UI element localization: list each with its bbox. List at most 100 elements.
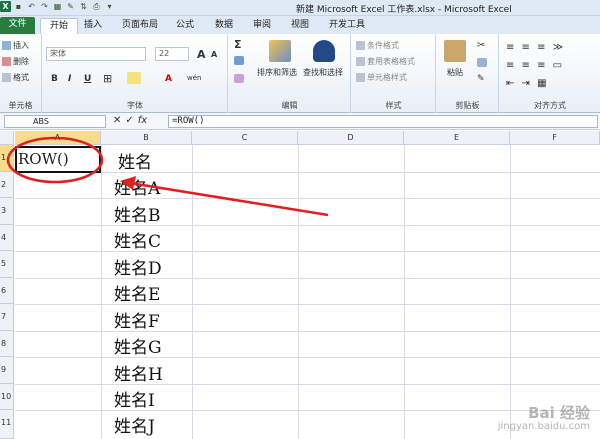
cell-styles-label: 单元格样式 xyxy=(367,73,407,82)
clear-icon[interactable] xyxy=(234,74,244,83)
tab-page-layout[interactable]: 页面布局 xyxy=(122,18,158,34)
print-icon[interactable]: ⎙ xyxy=(91,1,102,12)
cell-b1[interactable]: 姓名 xyxy=(118,148,152,173)
row-header-10[interactable]: 10 xyxy=(0,384,14,410)
column-header-c[interactable]: C xyxy=(192,131,298,145)
underline-button[interactable]: U xyxy=(84,74,91,84)
cell-styles-button[interactable]: 单元格样式 xyxy=(356,72,407,83)
cut-icon[interactable]: ✂ xyxy=(477,40,485,51)
row-header-9[interactable]: 9 xyxy=(0,357,14,384)
title-bar: X ▪ ↶ ↷ ▦ ✎ ⇅ ⎙ ▾ 新建 Microsoft Excel 工作表… xyxy=(0,0,600,16)
insert-function-icon[interactable]: fx xyxy=(138,115,147,126)
clipboard-group: 粘贴 ✂ ✎ 剪贴板 xyxy=(437,34,499,113)
column-header-b[interactable]: B xyxy=(101,131,192,145)
tab-formulas[interactable]: 公式 xyxy=(176,18,194,34)
bold-button[interactable]: B xyxy=(51,74,58,84)
autosum-button[interactable]: Σ xyxy=(234,38,242,51)
watermark: Bai 经验 jingyan.baidu.com xyxy=(497,404,590,433)
insert-label: 插入 xyxy=(13,41,29,50)
select-all-corner[interactable] xyxy=(0,131,14,145)
cancel-icon[interactable]: ✕ xyxy=(113,115,121,126)
sort-filter-icon[interactable] xyxy=(269,40,291,62)
column-header-e[interactable]: E xyxy=(404,131,510,145)
formula-buttons: ✕ ✓ fx xyxy=(113,115,147,126)
watermark-brand: Bai 经验 xyxy=(528,404,590,422)
delete-label: 删除 xyxy=(13,57,29,66)
tab-developer[interactable]: 开发工具 xyxy=(329,18,365,34)
sort-icon[interactable]: ⇅ xyxy=(78,1,89,12)
ribbon: 插入 删除 格式 单元格 宋体 22 A A B I U ⊞ A wén 字体 … xyxy=(0,34,600,113)
indent-icons[interactable]: ⇤ ⇥ ▦ xyxy=(506,78,549,89)
copy-icon[interactable] xyxy=(477,58,487,67)
fill-color-icon[interactable] xyxy=(127,72,141,84)
font-size-combo[interactable]: 22 xyxy=(155,47,189,61)
tab-home[interactable]: 开始 xyxy=(40,18,78,34)
row-header-4[interactable]: 4 xyxy=(0,225,14,251)
column-header-f[interactable]: F xyxy=(510,131,600,145)
row-header-6[interactable]: 6 xyxy=(0,278,14,304)
paste-label[interactable]: 粘贴 xyxy=(447,67,463,78)
redo-icon[interactable]: ↷ xyxy=(39,1,50,12)
cell-b4[interactable]: 姓名C xyxy=(114,227,161,252)
phonetic-button[interactable]: wén xyxy=(187,74,201,82)
cell-b7[interactable]: 姓名F xyxy=(114,307,160,332)
cell-b9[interactable]: 姓名H xyxy=(114,360,163,385)
row-header-3[interactable]: 3 xyxy=(0,198,14,225)
format-painter-brush-icon[interactable]: ✎ xyxy=(477,74,485,84)
row-header-11[interactable]: 11 xyxy=(0,410,14,439)
editing-group-label: 编辑 xyxy=(281,101,298,110)
font-color-button[interactable]: A xyxy=(165,74,172,84)
cell-b5[interactable]: 姓名D xyxy=(114,254,162,279)
delete-cells-button[interactable]: 删除 xyxy=(2,56,29,67)
alignment-group-label: 对齐方式 xyxy=(534,101,566,110)
insert-cells-button[interactable]: 插入 xyxy=(2,40,29,51)
tab-view[interactable]: 视图 xyxy=(291,18,309,34)
border-button[interactable]: ⊞ xyxy=(103,72,112,85)
enter-icon[interactable]: ✓ xyxy=(125,115,133,126)
row-header-2[interactable]: 2 xyxy=(0,172,14,198)
row-header-5[interactable]: 5 xyxy=(0,251,14,278)
font-grow-button[interactable]: A xyxy=(197,48,206,61)
table-format-icon xyxy=(356,57,365,66)
table-icon[interactable]: ▦ xyxy=(52,1,63,12)
formula-input[interactable]: =ROW() xyxy=(168,115,598,128)
row-header-8[interactable]: 8 xyxy=(0,331,14,357)
cell-b3[interactable]: 姓名B xyxy=(114,201,161,226)
alignment-group: ≡ ≡ ≡ ≫ ≡ ≡ ≡ ▭ ⇤ ⇥ ▦ 对齐方式 xyxy=(500,34,600,113)
save-icon[interactable]: ▪ xyxy=(13,1,24,12)
font-shrink-button[interactable]: A xyxy=(211,50,217,59)
cell-b11[interactable]: 姓名J xyxy=(114,412,155,437)
customize-qat-icon[interactable]: ▾ xyxy=(104,1,115,12)
table-format-button[interactable]: 套用表格格式 xyxy=(356,56,415,67)
column-header-a[interactable]: A xyxy=(15,131,101,145)
format-cells-button[interactable]: 格式 xyxy=(2,72,29,83)
row-header-1[interactable]: 1 xyxy=(0,145,14,172)
cell-grid[interactable] xyxy=(15,145,600,439)
cell-a1-editing[interactable]: ROW() xyxy=(15,146,101,173)
vertical-align-icons[interactable]: ≡ ≡ ≡ ≫ xyxy=(506,42,565,53)
font-name-combo[interactable]: 宋体 xyxy=(46,47,146,61)
watermark-url: jingyan.baidu.com xyxy=(497,421,590,432)
conditional-format-label: 条件格式 xyxy=(367,41,399,50)
row-header-7[interactable]: 7 xyxy=(0,304,14,331)
tab-file[interactable]: 文件 xyxy=(0,17,35,34)
cell-b8[interactable]: 姓名G xyxy=(114,333,162,358)
name-box[interactable]: ABS xyxy=(4,115,106,128)
binoculars-icon[interactable] xyxy=(313,40,335,62)
column-header-d[interactable]: D xyxy=(298,131,404,145)
paste-icon[interactable] xyxy=(444,40,466,62)
cell-b2[interactable]: 姓名A xyxy=(114,174,160,199)
tab-review[interactable]: 审阅 xyxy=(253,18,271,34)
cell-b6[interactable]: 姓名E xyxy=(114,280,160,305)
format-painter-icon[interactable]: ✎ xyxy=(65,1,76,12)
undo-icon[interactable]: ↶ xyxy=(26,1,37,12)
cell-b10[interactable]: 姓名I xyxy=(114,386,155,411)
find-select-label[interactable]: 查找和选择 xyxy=(303,67,343,78)
fill-icon[interactable] xyxy=(234,56,244,65)
conditional-format-button[interactable]: 条件格式 xyxy=(356,40,399,51)
horizontal-align-icons[interactable]: ≡ ≡ ≡ ▭ xyxy=(506,60,564,71)
tab-insert[interactable]: 插入 xyxy=(84,18,102,34)
tab-data[interactable]: 数据 xyxy=(215,18,233,34)
sort-filter-label[interactable]: 排序和筛选 xyxy=(257,67,297,78)
italic-button[interactable]: I xyxy=(68,74,71,84)
